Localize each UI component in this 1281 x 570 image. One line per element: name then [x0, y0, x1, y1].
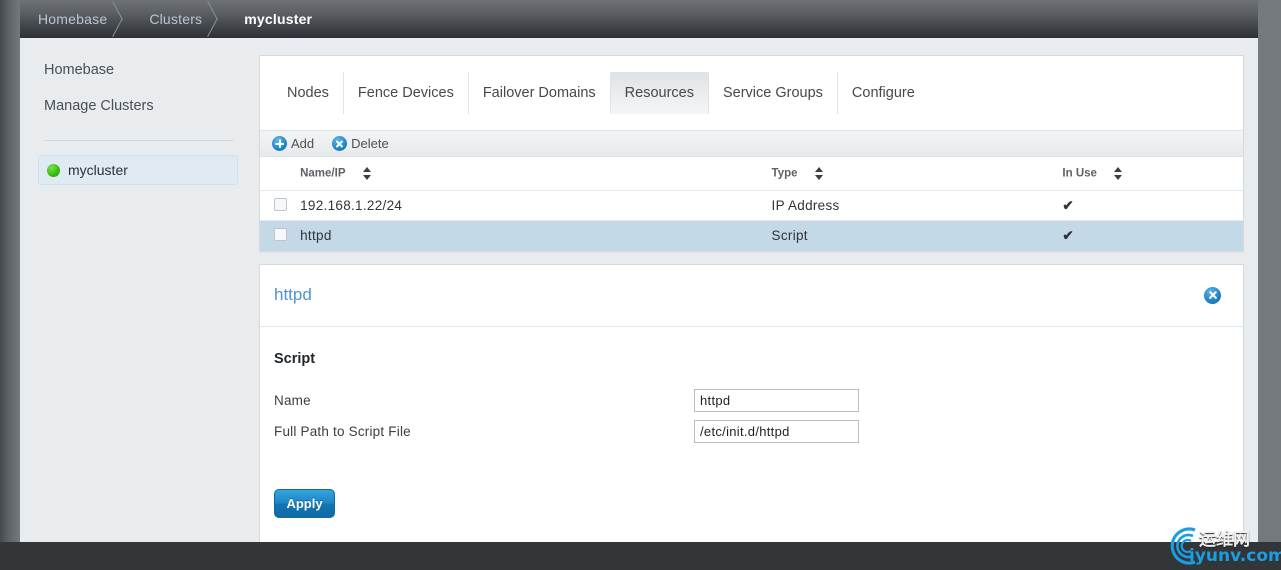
sidebar-item-mycluster[interactable]: mycluster — [38, 155, 238, 185]
field-label-name: Name — [274, 392, 311, 408]
row-checkbox-cell — [260, 190, 301, 221]
resources-toolbar: Add Delete — [260, 130, 1243, 157]
row-in-use: ✔ — [1062, 220, 1243, 251]
row-in-use: ✔ — [1062, 190, 1243, 221]
breadcrumb-item-homebase[interactable]: Homebase — [30, 0, 115, 38]
table-body: 192.168.1.22/24 IP Address ✔ httpd Scrip… — [260, 190, 1243, 251]
column-label: Name/IP — [300, 167, 346, 180]
column-label: Type — [771, 167, 798, 180]
plus-circle-icon — [272, 136, 287, 151]
add-button[interactable]: Add — [272, 136, 314, 151]
detail-section-title: Script — [274, 350, 316, 367]
form-row-name: Name — [274, 388, 1229, 412]
bottom-bar — [0, 542, 1281, 570]
tab-failover-domains[interactable]: Failover Domains — [467, 72, 610, 114]
row-checkbox[interactable] — [274, 227, 287, 241]
tab-service-groups[interactable]: Service Groups — [707, 72, 837, 114]
table-header-name[interactable]: Name/IP — [300, 157, 771, 191]
row-name: httpd — [300, 220, 772, 251]
watermark: 运维网 iyunv.com — [1161, 524, 1281, 568]
close-icon[interactable] — [1204, 286, 1221, 304]
breadcrumb-item-mycluster[interactable]: mycluster — [236, 0, 320, 38]
column-label: In Use — [1062, 167, 1097, 180]
tab-label: Failover Domains — [482, 85, 596, 101]
resource-detail-panel: httpd Script Name Full Path to Script Fi… — [259, 263, 1244, 549]
add-button-label: Add — [291, 136, 315, 151]
table-row[interactable]: 192.168.1.22/24 IP Address ✔ — [260, 190, 1243, 221]
field-label-script-path: Full Path to Script File — [274, 423, 411, 439]
x-circle-icon — [332, 136, 348, 151]
table-header-checkbox-cell — [260, 157, 300, 191]
form-row-script-path: Full Path to Script File — [274, 419, 1229, 443]
table-header: Name/IP Type In Use — [260, 157, 1243, 191]
breadcrumb-item-clusters[interactable]: Clusters — [141, 0, 210, 38]
tab-label: Service Groups — [722, 85, 823, 101]
app-root: Homebase Clusters mycluster Homebase Man… — [0, 0, 1281, 570]
apply-button[interactable]: Apply — [274, 488, 335, 518]
breadcrumb: Homebase Clusters mycluster — [20, 0, 1258, 38]
chevron-right-icon — [115, 0, 141, 38]
tab-resources[interactable]: Resources — [609, 72, 708, 114]
watermark-url-text: iyunv.com — [1189, 546, 1281, 566]
script-path-input[interactable] — [694, 419, 859, 443]
table-row[interactable]: httpd Script ✔ — [260, 220, 1243, 251]
tab-label: Configure — [851, 85, 915, 101]
sort-arrows-icon[interactable] — [362, 167, 372, 180]
resources-panel: Nodes Fence Devices Failover Domains Res… — [259, 55, 1244, 252]
sidebar-item-manage-clusters[interactable]: Manage Clusters — [20, 88, 258, 124]
resources-table: Name/IP Type In Use 192.168.1.22/24 IP A… — [260, 157, 1243, 251]
sidebar: Homebase Manage Clusters mycluster — [20, 38, 258, 542]
sort-arrows-icon[interactable] — [1114, 167, 1123, 180]
tab-configure[interactable]: Configure — [836, 72, 929, 114]
detail-title[interactable]: httpd — [274, 285, 312, 305]
delete-button[interactable]: Delete — [332, 136, 389, 151]
tab-bar: Nodes Fence Devices Failover Domains Res… — [260, 56, 1243, 130]
detail-body: Script Name Full Path to Script File App… — [260, 327, 1243, 548]
sidebar-divider — [44, 140, 234, 141]
tab-label: Fence Devices — [357, 85, 454, 101]
table-header-type[interactable]: Type — [772, 157, 1063, 191]
tab-fence-devices[interactable]: Fence Devices — [342, 72, 468, 114]
detail-header: httpd — [260, 265, 1243, 327]
tab-label: Resources — [624, 85, 694, 101]
chevron-right-icon — [210, 0, 236, 38]
tab-nodes[interactable]: Nodes — [273, 72, 343, 114]
row-type: IP Address — [771, 190, 1063, 221]
row-type: Script — [771, 220, 1063, 251]
sidebar-cluster-label: mycluster — [68, 162, 128, 178]
delete-button-label: Delete — [351, 136, 389, 151]
row-checkbox[interactable] — [274, 197, 287, 211]
main-content: Nodes Fence Devices Failover Domains Res… — [259, 55, 1244, 549]
table-header-in-use[interactable]: In Use — [1062, 157, 1243, 191]
row-name: 192.168.1.22/24 — [300, 190, 772, 221]
tab-label: Nodes — [287, 85, 329, 101]
name-input[interactable] — [694, 388, 859, 412]
sidebar-item-homebase[interactable]: Homebase — [20, 52, 258, 88]
status-dot-icon — [47, 163, 60, 177]
top-breadcrumb-bar: Homebase Clusters mycluster — [20, 0, 1258, 38]
row-checkbox-cell — [260, 220, 301, 251]
sort-arrows-icon[interactable] — [814, 167, 824, 180]
